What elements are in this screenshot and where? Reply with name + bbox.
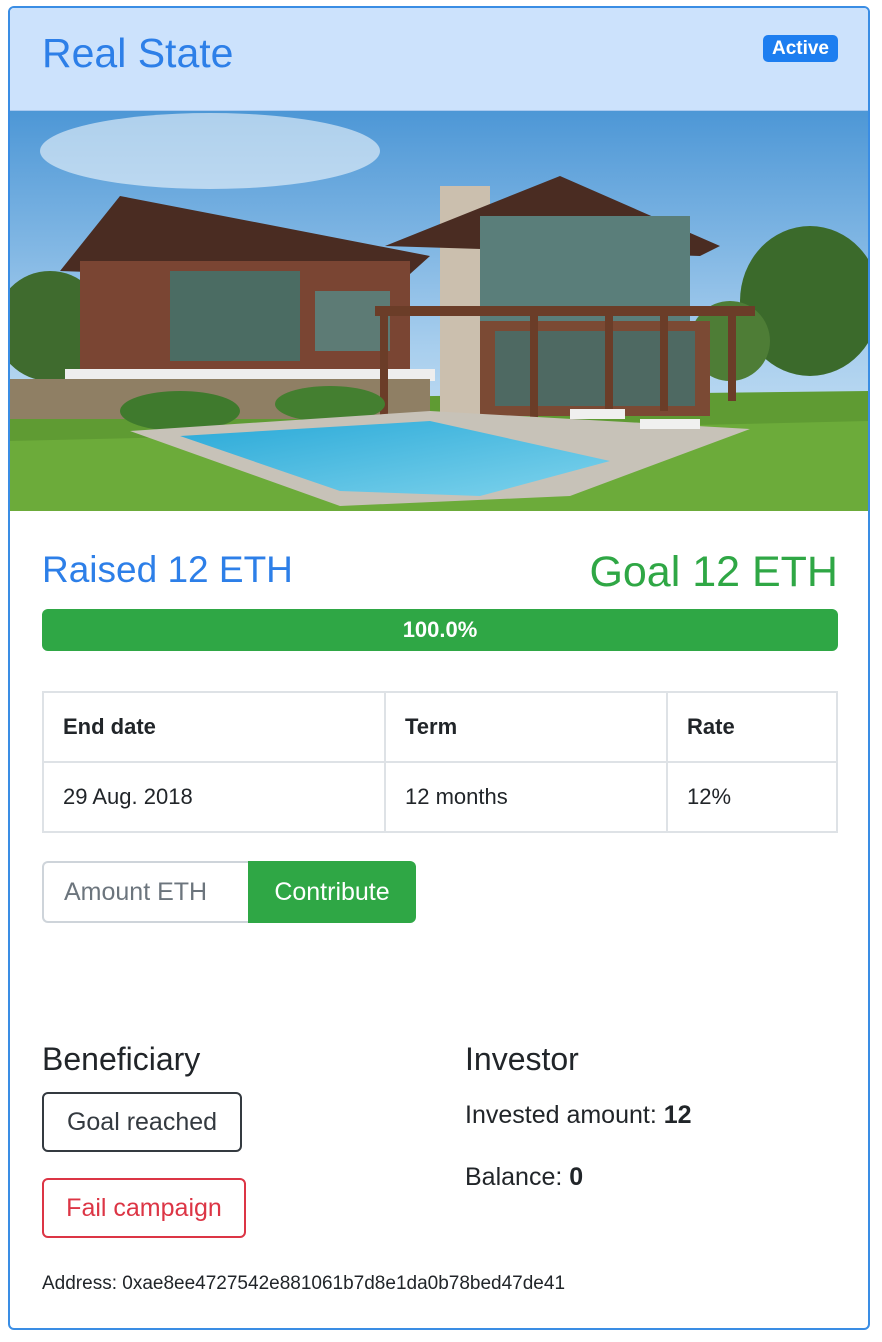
fail-campaign-button[interactable]: Fail campaign <box>42 1178 246 1238</box>
table-header-row: End date Term Rate <box>42 691 838 763</box>
beneficiary-section: Beneficiary Goal reached Fail campaign <box>42 1040 442 1238</box>
address-value: 0xae8ee4727542e881061b7d8e1da0b78bed47de… <box>122 1273 566 1294</box>
term-cell: 12 months <box>384 761 668 833</box>
card-header: Real State Active <box>10 8 868 111</box>
balance: Balance: 0 <box>465 1162 583 1192</box>
column-header-rate: Rate <box>666 691 838 763</box>
table-row: 29 Aug. 2018 12 months 12% <box>42 761 838 833</box>
goal-amount: Goal 12 ETH <box>589 548 838 596</box>
end-date-cell: 29 Aug. 2018 <box>42 761 386 833</box>
funding-progress-bar: 100.0% <box>42 609 838 651</box>
contract-address: Address: 0xae8ee4727542e881061b7d8e1da0b… <box>42 1272 565 1296</box>
campaign-card: Real State Active Raised 12 ETH Goal 12 … <box>8 6 870 1330</box>
column-header-term: Term <box>384 691 668 763</box>
column-header-end-date: End date <box>42 691 386 763</box>
address-label: Address: <box>42 1273 123 1294</box>
house-photo <box>10 111 868 511</box>
invested-amount-value: 12 <box>663 1101 692 1129</box>
invested-amount: Invested amount: 12 <box>465 1100 692 1130</box>
investor-heading: Investor <box>465 1041 579 1077</box>
raised-amount: Raised 12 ETH <box>42 549 293 590</box>
progress-fill: 100.0% <box>42 609 838 651</box>
status-badge: Active <box>762 35 838 62</box>
invested-amount-label: Invested amount: <box>465 1101 664 1129</box>
balance-value: 0 <box>569 1163 584 1191</box>
terms-table: End date Term Rate 29 Aug. 2018 12 month… <box>42 691 838 833</box>
amount-eth-input[interactable] <box>42 861 248 923</box>
funding-stats: Raised 12 ETH Goal 12 ETH <box>42 548 838 600</box>
investor-section: Investor Invested amount: 12 Balance: 0 <box>465 1040 845 1191</box>
rate-cell: 12% <box>666 761 838 833</box>
contribute-button[interactable]: Contribute <box>248 861 416 923</box>
campaign-title: Real State <box>42 30 234 76</box>
beneficiary-heading: Beneficiary <box>42 1041 201 1077</box>
goal-reached-button[interactable]: Goal reached <box>42 1092 242 1152</box>
balance-label: Balance: <box>465 1163 570 1191</box>
